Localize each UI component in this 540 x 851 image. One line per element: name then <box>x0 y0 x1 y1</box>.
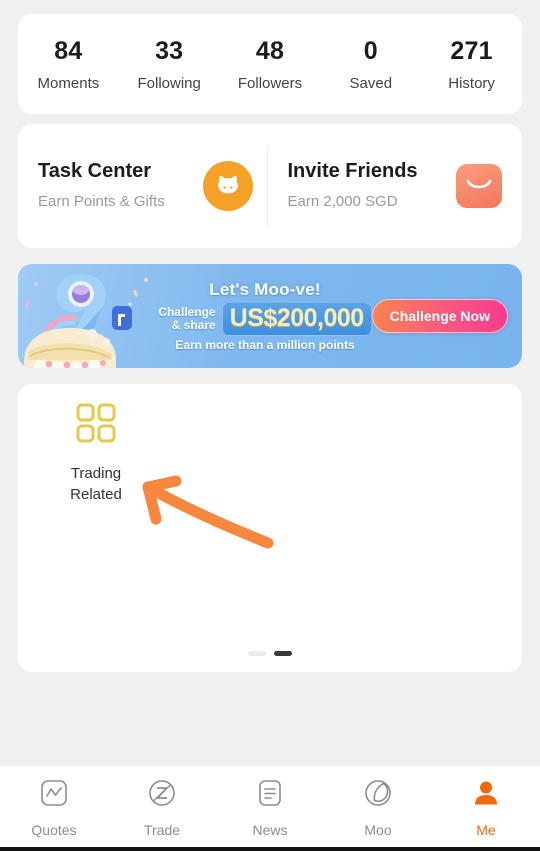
stat-value: 33 <box>155 36 184 65</box>
home-indicator <box>0 847 540 851</box>
cow-face-icon <box>202 161 253 211</box>
person-icon <box>471 778 501 813</box>
banner-challenge-line2: & share <box>171 318 216 332</box>
banner-amount-plaque: US$200,000 <box>221 302 372 336</box>
stat-followers[interactable]: 48 Followers <box>220 37 321 92</box>
invite-friends-subtitle: Earn 2,000 SGD <box>287 192 398 210</box>
tool-label: Trading Related <box>70 465 122 503</box>
stat-value: 84 <box>54 36 83 65</box>
trade-circle-z-icon <box>147 778 177 813</box>
stat-label: Moments <box>37 74 100 92</box>
tab-quotes[interactable]: Quotes <box>0 778 108 838</box>
stat-moments[interactable]: 84 Moments <box>18 37 119 92</box>
stat-label: History <box>448 74 495 92</box>
gift-bag-icon <box>456 164 502 208</box>
tab-label: Moo <box>364 822 392 838</box>
banner-challenge-line1: Challenge <box>158 304 216 319</box>
stat-value: 0 <box>363 36 378 65</box>
invite-friends-entry[interactable]: Invite Friends Earn 2,000 SGD <box>268 124 523 248</box>
task-center-subtitle: Earn Points & Gifts <box>38 192 165 210</box>
stat-saved[interactable]: 0 Saved <box>320 37 421 92</box>
banner-headline: Let's Moo-ve! <box>209 280 321 299</box>
me-profile-screen: 84 Moments 33 Following 48 Followers 0 S… <box>0 0 540 851</box>
stat-label: Saved <box>349 74 393 92</box>
tools-pagination <box>18 651 522 656</box>
tools-card: Trading Related <box>18 384 522 672</box>
tab-news[interactable]: News <box>216 778 324 838</box>
challenge-now-button[interactable]: Challenge Now <box>371 299 508 333</box>
banner-footnote: Earn more than a million points <box>175 338 355 352</box>
stat-value: 48 <box>255 36 285 65</box>
tab-moo[interactable]: Moo <box>324 778 432 838</box>
tab-me[interactable]: Me <box>432 778 540 838</box>
stat-following[interactable]: 33 Following <box>119 37 220 92</box>
task-center-entry[interactable]: Task Center Earn Points & Gifts <box>18 124 267 248</box>
anniversary-promo-banner[interactable]: Let's Moo-ve! Challenge & share US$200,0… <box>18 264 522 368</box>
chart-square-icon <box>39 778 69 813</box>
task-center-title: Task Center <box>38 159 152 182</box>
tab-label: Me <box>476 822 496 838</box>
trading-related-tile[interactable]: Trading Related <box>48 402 144 505</box>
stats-card: 84 Moments 33 Following 48 Followers 0 S… <box>18 14 522 114</box>
document-lines-icon <box>255 778 285 813</box>
tab-trade[interactable]: Trade <box>108 778 216 838</box>
pagination-dot-1[interactable] <box>248 651 266 656</box>
bottom-tab-bar: Quotes Trade News Moo Me <box>0 765 540 851</box>
stat-history[interactable]: 271 History <box>421 37 522 92</box>
tab-label: Quotes <box>31 822 77 838</box>
stat-label: Followers <box>237 74 303 92</box>
pagination-dot-2[interactable] <box>274 651 292 656</box>
banner-amount: US$200,000 <box>229 304 365 332</box>
promo-card: Task Center Earn Points & Gifts Invite F… <box>18 124 522 248</box>
grid-icon <box>75 402 117 449</box>
moon-circle-icon <box>363 778 393 813</box>
invite-friends-title: Invite Friends <box>287 159 418 182</box>
stat-value: 271 <box>450 36 493 65</box>
stat-label: Following <box>137 74 201 92</box>
tab-label: Trade <box>143 822 181 838</box>
tab-label: News <box>252 822 288 838</box>
